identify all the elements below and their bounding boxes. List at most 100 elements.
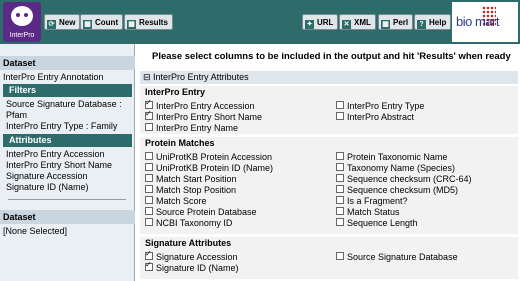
attribute-checkbox-left[interactable]: InterPro Entry Accession bbox=[145, 98, 255, 111]
attribute-label: Source Protein Database bbox=[156, 207, 257, 217]
sidebar-attributes-head[interactable]: Attributes bbox=[3, 134, 132, 147]
section-title: InterPro Entry bbox=[145, 87, 206, 97]
checkbox-unchecked-icon[interactable] bbox=[336, 185, 344, 193]
checkbox-unchecked-icon[interactable] bbox=[145, 152, 153, 160]
checkbox-unchecked-icon[interactable] bbox=[336, 112, 344, 120]
count-icon: ▦ bbox=[83, 20, 92, 29]
checkbox-checked-icon[interactable] bbox=[145, 249, 153, 260]
checkbox-unchecked-icon[interactable] bbox=[336, 101, 344, 109]
attribute-label: InterPro Abstract bbox=[347, 112, 415, 122]
sidebar-attribute-item[interactable]: InterPro Entry Accession bbox=[6, 149, 105, 160]
checkbox-unchecked-icon[interactable] bbox=[145, 123, 153, 131]
new-icon: ⟳ bbox=[47, 20, 56, 29]
attribute-checkbox-right[interactable]: Taxonomy Name (Species) bbox=[336, 163, 455, 173]
attribute-checkbox-left[interactable]: NCBI Taxonomy ID bbox=[145, 218, 232, 228]
checkbox-unchecked-icon[interactable] bbox=[336, 207, 344, 215]
checkbox-unchecked-icon[interactable] bbox=[145, 196, 153, 204]
attribute-checkbox-left[interactable]: Match Score bbox=[145, 196, 207, 206]
attribute-label: Match Stop Position bbox=[156, 185, 237, 195]
sidebar-dataset-head: Dataset bbox=[0, 56, 135, 70]
xml-icon: ✕ bbox=[342, 20, 351, 29]
attribute-checkbox-left[interactable]: Match Stop Position bbox=[145, 185, 236, 195]
checkbox-unchecked-icon[interactable] bbox=[145, 218, 153, 226]
checkbox-checked-icon[interactable] bbox=[145, 260, 153, 271]
section-title: Signature Attributes bbox=[145, 238, 232, 248]
attribute-checkbox-right[interactable]: Protein Taxonomic Name bbox=[336, 152, 447, 162]
sidebar-filter-item[interactable]: Source Signature Database : bbox=[6, 99, 122, 110]
results-button[interactable]: ▦ Results bbox=[124, 14, 173, 30]
biomart-text: bio mart bbox=[456, 14, 499, 29]
attribute-label: InterPro Entry Type bbox=[347, 101, 425, 111]
attribute-label: Signature ID (Name) bbox=[156, 263, 239, 273]
attribute-checkbox-left[interactable]: Match Start Position bbox=[145, 174, 237, 184]
attribute-checkbox-left[interactable]: Signature ID (Name) bbox=[145, 260, 239, 273]
xml-button[interactable]: ✕ XML bbox=[339, 14, 376, 30]
attribute-checkbox-left[interactable]: InterPro Entry Short Name bbox=[145, 109, 263, 122]
attribute-label: Protein Taxonomic Name bbox=[347, 152, 448, 162]
biomart-logo[interactable]: bio mart bbox=[452, 2, 518, 42]
sidebar-attribute-item[interactable]: Signature ID (Name) bbox=[6, 182, 89, 193]
attribute-checkbox-right[interactable]: InterPro Entry Type bbox=[336, 101, 424, 111]
attribute-section: InterPro EntryInterPro Entry AccessionIn… bbox=[140, 86, 518, 134]
checkbox-unchecked-icon[interactable] bbox=[336, 163, 344, 171]
sidebar-filters-head[interactable]: Filters bbox=[3, 84, 132, 97]
checkbox-unchecked-icon[interactable] bbox=[145, 185, 153, 193]
attribute-checkbox-left[interactable]: Source Protein Database bbox=[145, 207, 257, 217]
attribute-checkbox-left[interactable]: Signature Accession bbox=[145, 249, 238, 262]
sidebar-attribute-item[interactable]: Signature Accession bbox=[6, 171, 88, 182]
checkbox-unchecked-icon[interactable] bbox=[336, 152, 344, 160]
attribute-group-toggle[interactable]: ⊟ InterPro Entry Attributes bbox=[140, 71, 518, 84]
checkbox-unchecked-icon[interactable] bbox=[336, 196, 344, 204]
attribute-label: Match Start Position bbox=[156, 174, 237, 184]
main-panel: Please select columns to be included in … bbox=[136, 44, 520, 281]
attribute-label: UniProtKB Protein ID (Name) bbox=[156, 163, 274, 173]
checkbox-checked-icon[interactable] bbox=[145, 109, 153, 120]
sidebar-divider bbox=[8, 199, 126, 200]
checkbox-unchecked-icon[interactable] bbox=[336, 252, 344, 260]
attribute-label: Match Score bbox=[156, 196, 207, 206]
attribute-checkbox-left[interactable]: InterPro Entry Name bbox=[145, 123, 238, 133]
sidebar-filter-item[interactable]: InterPro Entry Type : Family bbox=[6, 121, 117, 132]
instruction-text: Please select columns to be included in … bbox=[152, 51, 511, 62]
attribute-section: Protein Matches UniProtKB Protein Accessi… bbox=[140, 137, 518, 234]
attribute-checkbox-right[interactable]: Sequence checksum (MD5) bbox=[336, 185, 458, 195]
perl-icon: ▦ bbox=[381, 20, 390, 29]
attribute-label: InterPro Entry Accession bbox=[156, 101, 255, 111]
sidebar-dataset2-value[interactable]: [None Selected] bbox=[3, 226, 67, 237]
checkbox-unchecked-icon[interactable] bbox=[336, 218, 344, 226]
toolbar: InterPro ⟳ New ▦ Count ▦ Results ✦ URL ✕ XML … bbox=[0, 0, 520, 44]
attribute-checkbox-right[interactable]: Source Signature Database bbox=[336, 252, 458, 262]
count-button[interactable]: ▦ Count bbox=[80, 14, 124, 30]
attribute-label: InterPro Entry Name bbox=[156, 123, 239, 133]
new-button[interactable]: ⟳ New bbox=[44, 14, 81, 30]
sidebar-dataset2-head: Dataset bbox=[0, 210, 135, 224]
checkbox-unchecked-icon[interactable] bbox=[145, 163, 153, 171]
checkbox-unchecked-icon[interactable] bbox=[336, 174, 344, 182]
attribute-checkbox-left[interactable]: UniProtKB Protein Accession bbox=[145, 152, 272, 162]
attribute-checkbox-right[interactable]: Sequence Length bbox=[336, 218, 418, 228]
results-icon: ▦ bbox=[127, 20, 136, 29]
attribute-label: Sequence checksum (MD5) bbox=[347, 185, 459, 195]
url-button[interactable]: ✦ URL bbox=[302, 14, 339, 30]
sidebar-dataset-value[interactable]: InterPro Entry Annotation bbox=[3, 72, 104, 83]
attribute-section: Signature AttributesSignature AccessionS… bbox=[140, 237, 518, 279]
attribute-checkbox-right[interactable]: Sequence checksum (CRC-64) bbox=[336, 174, 472, 184]
sidebar-filter-item[interactable]: Pfam bbox=[6, 110, 27, 121]
attribute-label: Taxonomy Name (Species) bbox=[347, 163, 456, 173]
attribute-checkbox-right[interactable]: Is a Fragment? bbox=[336, 196, 408, 206]
attribute-checkbox-right[interactable]: InterPro Abstract bbox=[336, 112, 414, 122]
checkbox-unchecked-icon[interactable] bbox=[145, 207, 153, 215]
attribute-label: InterPro Entry Short Name bbox=[156, 112, 263, 122]
attribute-checkbox-left[interactable]: UniProtKB Protein ID (Name) bbox=[145, 163, 273, 173]
help-icon: ? bbox=[417, 20, 426, 29]
attribute-label: Is a Fragment? bbox=[347, 196, 408, 206]
attribute-checkbox-right[interactable]: Match Status bbox=[336, 207, 400, 217]
help-button[interactable]: ? Help bbox=[414, 14, 452, 30]
attribute-label: Match Status bbox=[347, 207, 400, 217]
checkbox-checked-icon[interactable] bbox=[145, 98, 153, 109]
attribute-label: Sequence checksum (CRC-64) bbox=[347, 174, 472, 184]
interpro-logo[interactable]: InterPro bbox=[3, 2, 41, 42]
perl-button[interactable]: ▦ Perl bbox=[378, 14, 414, 30]
sidebar-attribute-item[interactable]: InterPro Entry Short Name bbox=[6, 160, 112, 171]
checkbox-unchecked-icon[interactable] bbox=[145, 174, 153, 182]
